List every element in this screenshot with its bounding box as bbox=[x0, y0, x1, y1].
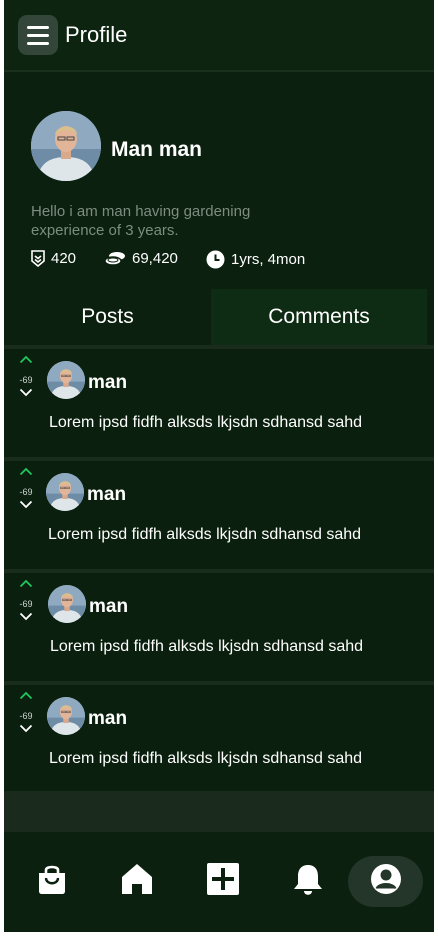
vote-control: -69 bbox=[14, 691, 38, 741]
coins-icon bbox=[104, 251, 125, 266]
downvote-icon[interactable] bbox=[19, 612, 33, 621]
profile-name: Man man bbox=[111, 138, 203, 161]
account-age: 1yrs, 4mon bbox=[231, 251, 306, 268]
coins-count: 69,420 bbox=[132, 250, 178, 267]
shopping-bag-icon[interactable] bbox=[29, 856, 75, 902]
downvote-icon[interactable] bbox=[19, 500, 33, 509]
badge-count: 420 bbox=[51, 250, 77, 267]
comment-card[interactable]: -69 man Lorem ipsd fidfh alksds lkjsdn s… bbox=[4, 349, 434, 457]
vote-count: -69 bbox=[19, 375, 33, 385]
vote-control: -69 bbox=[14, 579, 38, 629]
list-footer bbox=[4, 791, 434, 832]
upvote-icon[interactable] bbox=[19, 355, 33, 364]
bottom-navigation bbox=[4, 832, 434, 932]
tab-posts[interactable]: Posts bbox=[4, 289, 211, 345]
vote-control: -69 bbox=[14, 467, 38, 517]
badge-stat: 420 bbox=[31, 250, 76, 267]
top-app-bar: Profile bbox=[4, 0, 434, 70]
coins-stat: 69,420 bbox=[104, 250, 178, 267]
upvote-icon[interactable] bbox=[19, 467, 33, 476]
vote-count: -69 bbox=[19, 487, 33, 497]
page-title: Profile bbox=[65, 22, 128, 47]
commenter-name[interactable]: man bbox=[88, 372, 127, 394]
profile-bio: Hello i am man having gardening experien… bbox=[31, 203, 251, 239]
upvote-icon[interactable] bbox=[19, 579, 33, 588]
profile-icon[interactable] bbox=[363, 856, 409, 902]
clock-icon bbox=[206, 250, 225, 269]
rank-badge-icon bbox=[31, 250, 45, 267]
account-age-stat: 1yrs, 4mon bbox=[206, 250, 305, 269]
comment-text: Lorem ipsd fidfh alksds lkjsdn sdhansd s… bbox=[49, 750, 363, 767]
commenter-name[interactable]: man bbox=[88, 708, 127, 730]
tab-comments[interactable]: Comments bbox=[211, 289, 427, 345]
comment-card[interactable]: -69 man Lorem ipsd fidfh alksds lkjsdn s… bbox=[4, 461, 434, 569]
comment-card[interactable]: -69 man Lorem ipsd fidfh alksds lkjsdn s… bbox=[4, 685, 434, 793]
hamburger-menu-icon[interactable] bbox=[18, 15, 58, 55]
commenter-avatar[interactable] bbox=[47, 697, 85, 735]
commenter-name[interactable]: man bbox=[87, 484, 126, 506]
downvote-icon[interactable] bbox=[19, 388, 33, 397]
vote-count: -69 bbox=[19, 711, 33, 721]
upvote-icon[interactable] bbox=[19, 691, 33, 700]
profile-avatar[interactable] bbox=[31, 111, 101, 181]
downvote-icon[interactable] bbox=[19, 724, 33, 733]
comment-text: Lorem ipsd fidfh alksds lkjsdn sdhansd s… bbox=[49, 414, 363, 431]
comment-text: Lorem ipsd fidfh alksds lkjsdn sdhansd s… bbox=[48, 526, 362, 543]
comment-card[interactable]: -69 man Lorem ipsd fidfh alksds lkjsdn s… bbox=[4, 573, 434, 681]
commenter-avatar[interactable] bbox=[47, 361, 85, 399]
commenter-name[interactable]: man bbox=[89, 596, 128, 618]
commenter-avatar[interactable] bbox=[48, 585, 86, 623]
profile-tabs: Posts Comments bbox=[4, 289, 434, 345]
vote-control: -69 bbox=[14, 355, 38, 405]
comment-text: Lorem ipsd fidfh alksds lkjsdn sdhansd s… bbox=[50, 638, 364, 655]
vote-count: -69 bbox=[19, 599, 33, 609]
header-divider bbox=[4, 70, 434, 72]
app-screen: Profile Man man Hello i am man having ga… bbox=[4, 0, 434, 932]
add-post-icon[interactable] bbox=[200, 856, 246, 902]
home-icon[interactable] bbox=[114, 856, 160, 902]
notification-bell-icon[interactable] bbox=[285, 856, 331, 902]
commenter-avatar[interactable] bbox=[46, 473, 84, 511]
